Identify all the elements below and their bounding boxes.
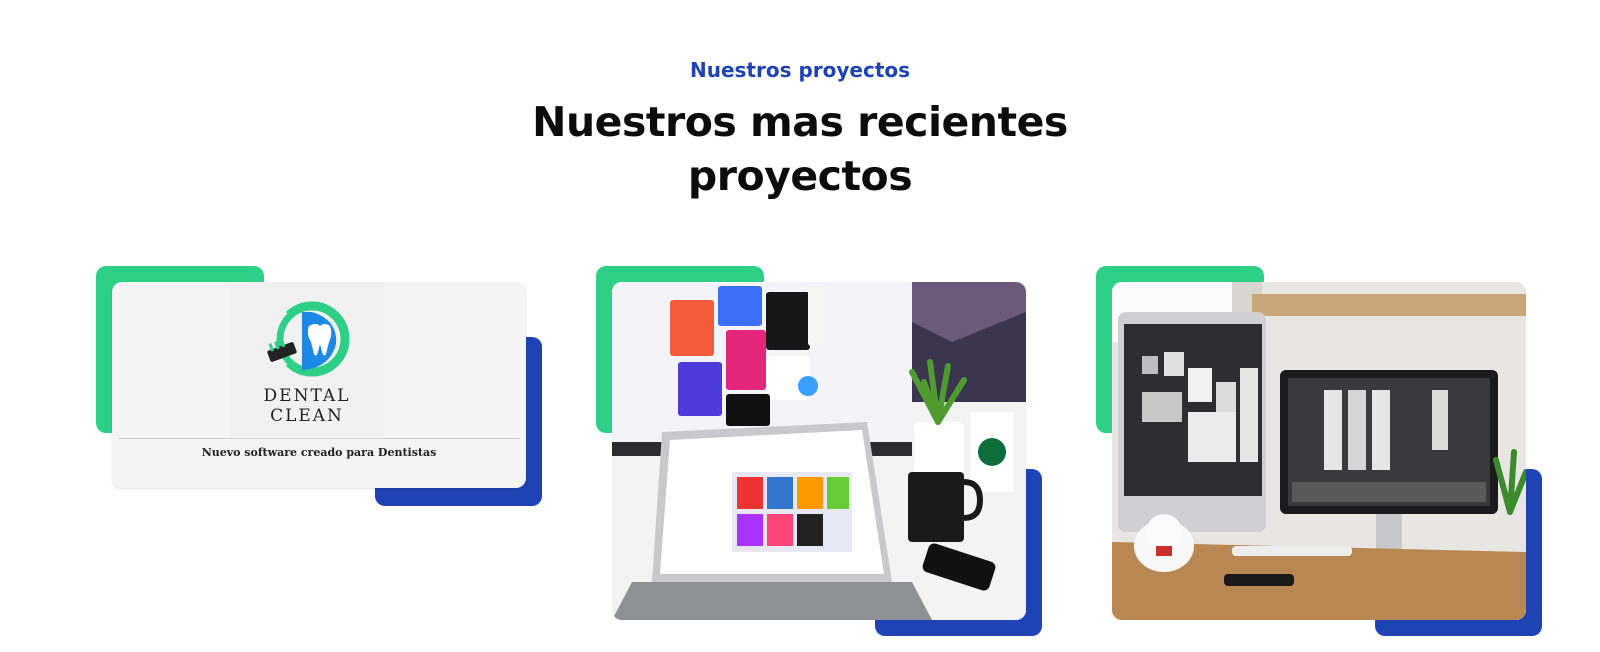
project-photo-laptop[interactable] — [612, 282, 1026, 620]
tooth-brush-icon — [266, 301, 350, 377]
section-eyebrow: Nuestros proyectos — [689, 58, 911, 82]
project-caption: Nuevo software creado para Dentistas — [201, 446, 437, 459]
dental-clean-logo: DENTAL CLEAN — [230, 282, 384, 436]
laptop-workspace-image — [612, 282, 1026, 620]
caption-divider — [118, 438, 520, 439]
logo-wordmark: DENTAL CLEAN — [263, 386, 351, 426]
section-title: Nuestros mas recientes proyectos — [0, 95, 1600, 203]
dual-monitor-image — [1112, 282, 1526, 620]
section-title-line-1: Nuestros mas recientes — [532, 98, 1068, 146]
section-title-line-2: proyectos — [687, 152, 913, 200]
project-photo-desk[interactable] — [1112, 282, 1526, 620]
project-card-panel[interactable]: DENTAL CLEAN Nuevo software creado para … — [112, 282, 526, 488]
